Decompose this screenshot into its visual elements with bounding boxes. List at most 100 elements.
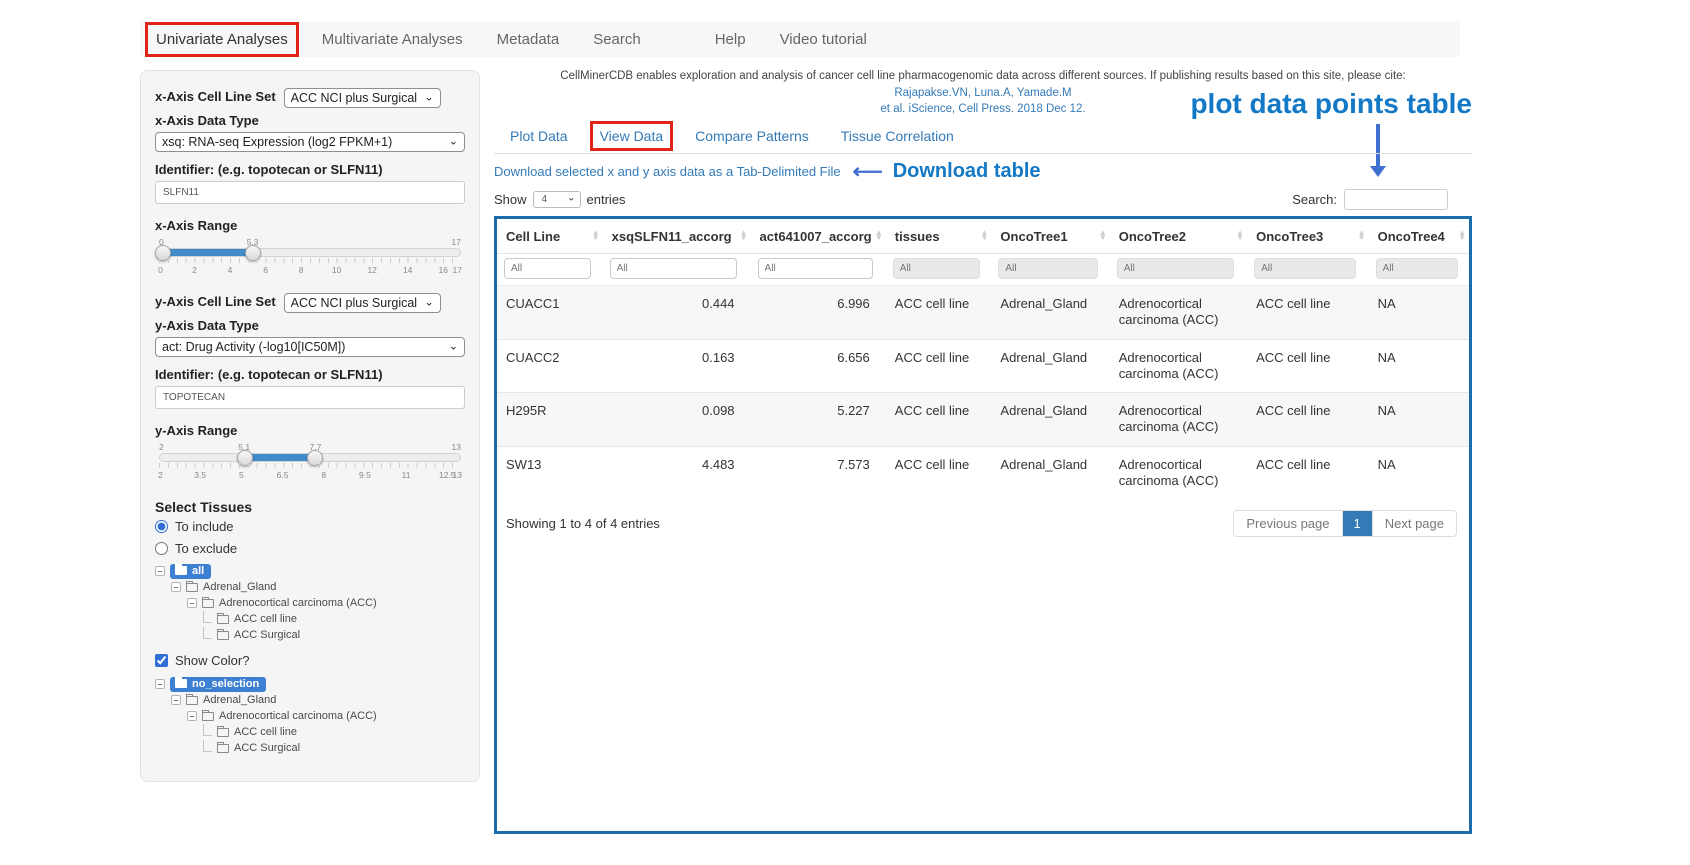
tab-plot-data[interactable]: Plot Data [510,128,568,144]
filter-input-xsqslfn11[interactable] [610,258,737,279]
x-axis-data-type-selectwrap: xsq: RNA-seq Expression (log2 FPKM+1) [155,132,465,152]
show-color-checkbox[interactable] [155,654,168,667]
y-axis-range-label: y-Axis Range [155,423,465,438]
column-header-oncotree3[interactable]: OncoTree3▲▼ [1247,219,1369,254]
tree-node-no-selection[interactable]: no_selection [155,676,465,692]
column-header-xsqslfn11[interactable]: xsqSLFN11_accorg▲▼ [603,219,751,254]
tissues-cell: ACC cell line [886,286,992,340]
x-identifier-input[interactable] [155,181,465,204]
filter-input-cell-line[interactable] [504,258,591,279]
tabs-row: Plot Data View Data Compare Patterns Tis… [494,118,1472,154]
y-range-fill [245,454,316,461]
column-header-cell-line[interactable]: Cell Line▲▼ [497,219,603,254]
to-include-radio[interactable] [155,520,168,533]
xsq-value-cell: 0.163 [603,339,751,393]
sort-icon[interactable]: ▲▼ [592,231,600,241]
x-range-track [159,248,461,257]
tree-node-acc-cell-line[interactable]: ACC cell line [155,611,465,627]
y-tick: 8 [321,470,326,480]
top-navbar: Univariate Analyses Multivariate Analyse… [140,22,1460,57]
tree-node-acc-cell-line[interactable]: ACC cell line [155,724,465,740]
y-axis-data-type-select[interactable]: act: Drug Activity (-log10[IC50M]) [155,337,465,357]
y-tick: 5 [239,470,244,480]
tissues-cell: ACC cell line [886,393,992,447]
download-tab-delimited-link[interactable]: Download selected x and y axis data as a… [494,164,841,179]
citation-journal-link[interactable]: et al. iScience, Cell Press. 2018 Dec 12… [880,103,1085,115]
filter-input-act641007[interactable] [758,258,873,279]
filter-input-oncotree2[interactable] [1117,258,1234,279]
x-tick: 17 [452,265,461,275]
tree-node-acc[interactable]: Adrenocortical carcinoma (ACC) [155,595,465,611]
collapse-icon[interactable] [155,566,165,576]
column-header-act641007[interactable]: act641007_accorg▲▼ [751,219,886,254]
to-exclude-radio[interactable] [155,542,168,555]
tree-node-adrenal-gland[interactable]: Adrenal_Gland [155,579,465,595]
y-tick: 6.5 [277,470,289,480]
collapse-icon[interactable] [171,695,181,705]
xsq-value-cell: 0.444 [603,286,751,340]
tab-view-data[interactable]: View Data [600,128,664,144]
nav-item-help[interactable]: Help [715,31,746,48]
collapse-icon[interactable] [187,711,197,721]
y-axis-cell-line-set-select[interactable]: ACC NCI plus Surgical [284,293,441,313]
next-page-button[interactable]: Next page [1372,511,1456,536]
folder-icon [217,728,229,737]
filter-input-oncotree1[interactable] [998,258,1097,279]
filter-input-oncotree4[interactable] [1376,258,1458,279]
nav-item-univariate-analyses[interactable]: Univariate Analyses [156,31,288,48]
entries-per-page-select[interactable]: 4 [533,191,581,208]
x-axis-range-slider: 0 5.3 17 0 2 4 6 8 10 12 14 16 17 [159,237,461,278]
table-search-input[interactable] [1344,189,1448,210]
tab-tissue-correlation[interactable]: Tissue Correlation [841,128,954,144]
tree-node-acc[interactable]: Adrenocortical carcinoma (ACC) [155,708,465,724]
nav-item-metadata[interactable]: Metadata [497,31,560,48]
sort-icon[interactable]: ▲▼ [1236,231,1244,241]
to-include-label: To include [175,519,234,534]
y-range-min-value: 2 [159,442,164,452]
x-range-grid: 0 2 4 6 8 10 12 14 16 17 [159,258,461,278]
x-axis-cell-line-set-select[interactable]: ACC NCI plus Surgical [284,88,441,108]
x-tick: 8 [299,265,304,275]
tab-label: View Data [600,128,664,144]
collapse-icon[interactable] [187,598,197,608]
x-axis-data-type-select[interactable]: xsq: RNA-seq Expression (log2 FPKM+1) [155,132,465,152]
tree-node-label: ACC cell line [234,613,297,625]
previous-page-button[interactable]: Previous page [1234,511,1341,536]
sort-icon[interactable]: ▲▼ [981,231,989,241]
search-group: Search: [1292,189,1448,210]
x-axis-range-label: x-Axis Range [155,218,465,233]
sort-icon[interactable]: ▲▼ [875,231,883,241]
download-table-annotation: Download table [893,160,1041,183]
filter-input-oncotree3[interactable] [1254,258,1356,279]
y-identifier-input[interactable] [155,386,465,409]
column-header-tissues[interactable]: tissues▲▼ [886,219,992,254]
sort-icon[interactable]: ▲▼ [1358,231,1366,241]
tree-node-acc-surgical[interactable]: ACC Surgical [155,740,465,756]
page-number-button[interactable]: 1 [1342,511,1372,536]
citation-authors-link[interactable]: Rajapakse.VN, Luna.A, Yamade.M [894,87,1071,99]
oncotree2-cell: Adrenocortical carcinoma (ACC) [1110,286,1247,340]
collapse-icon[interactable] [171,582,181,592]
sort-icon[interactable]: ▲▼ [740,231,748,241]
tree-node-all[interactable]: all [155,563,465,579]
act-value-cell: 7.573 [751,446,886,499]
sort-icon[interactable]: ▲▼ [1458,231,1466,241]
entries-label: entries [587,192,626,207]
tree-elbow-icon [203,611,212,623]
main-content: CellMinerCDB enables exploration and ana… [494,66,1472,834]
collapse-icon[interactable] [155,679,165,689]
nav-item-multivariate-analyses[interactable]: Multivariate Analyses [322,31,463,48]
tab-compare-patterns[interactable]: Compare Patterns [695,128,809,144]
sort-icon[interactable]: ▲▼ [1099,231,1107,241]
tree-node-adrenal-gland[interactable]: Adrenal_Gland [155,692,465,708]
filter-input-tissues[interactable] [893,258,980,279]
folder-icon [202,712,214,721]
column-header-oncotree2[interactable]: OncoTree2▲▼ [1110,219,1247,254]
column-header-oncotree1[interactable]: OncoTree1▲▼ [991,219,1109,254]
tree-node-acc-surgical[interactable]: ACC Surgical [155,627,465,643]
folder-icon [217,631,229,640]
column-header-oncotree4[interactable]: OncoTree4▲▼ [1369,219,1469,254]
nav-item-search[interactable]: Search [593,31,641,48]
x-identifier-label: Identifier: (e.g. topotecan or SLFN11) [155,162,465,177]
nav-item-video-tutorial[interactable]: Video tutorial [780,31,867,48]
